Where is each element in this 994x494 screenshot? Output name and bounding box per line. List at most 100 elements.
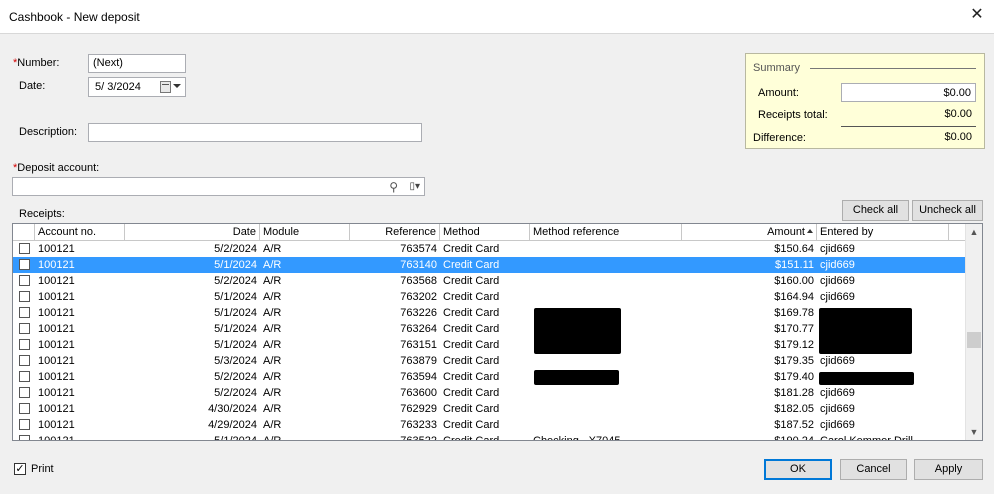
header-module[interactable]: Module <box>260 224 350 241</box>
cell-date: 5/2/2024 <box>214 371 257 383</box>
summary-amount-row: Amount: $0.00 <box>746 83 984 103</box>
title-bar: Cashbook - New deposit ✕ <box>0 0 994 34</box>
cell-account-no: 100121 <box>38 419 75 431</box>
date-picker[interactable]: 5/ 3/2024 <box>88 77 186 97</box>
cell-method-reference <box>530 353 682 369</box>
cell-amount: $170.77 <box>774 323 814 335</box>
header-date[interactable]: Date <box>125 224 260 241</box>
row-checkbox[interactable] <box>19 387 30 398</box>
header-reference[interactable]: Reference <box>350 224 440 241</box>
redaction-box <box>534 370 619 385</box>
header-select-column[interactable] <box>13 224 35 241</box>
cell-method: Credit Card <box>443 243 500 255</box>
cell-entered-by: cjid669 <box>820 291 855 303</box>
cell-module: A/R <box>263 323 282 335</box>
cell-method-reference <box>530 289 682 305</box>
table-row[interactable]: 100121 5/1/2024 A/R 763522 Credit Card Checki… <box>13 433 966 441</box>
row-checkbox[interactable] <box>19 339 30 350</box>
cell-amount: $169.78 <box>774 307 814 319</box>
summary-amount-field[interactable]: $0.00 <box>841 83 976 102</box>
cell-entered-by: cjid669 <box>820 275 855 287</box>
table-row[interactable]: 100121 5/2/2024 A/R 763568 Credit Card $160.0… <box>13 273 966 289</box>
row-checkbox[interactable] <box>19 403 30 414</box>
header-entered-by[interactable]: Entered by <box>817 224 949 241</box>
number-label-text: Number: <box>17 57 60 69</box>
row-checkbox[interactable] <box>19 307 30 318</box>
cell-account-no: 100121 <box>38 355 75 367</box>
print-label: Print <box>31 463 54 475</box>
row-checkbox[interactable] <box>19 291 30 302</box>
cell-method: Credit Card <box>443 387 500 399</box>
cell-date: 5/1/2024 <box>214 435 257 441</box>
header-method[interactable]: Method <box>440 224 530 241</box>
cancel-button[interactable]: Cancel <box>840 459 907 480</box>
scroll-up-icon[interactable]: ▲ <box>966 224 982 240</box>
cell-method: Credit Card <box>443 291 500 303</box>
table-row[interactable]: 100121 5/1/2024 A/R 763202 Credit Card $164.9… <box>13 289 966 305</box>
cell-method-reference: Checking - X7045 <box>533 435 621 441</box>
cell-method: Credit Card <box>443 419 500 431</box>
cell-reference: 763574 <box>400 243 437 255</box>
cell-account-no: 100121 <box>38 339 75 351</box>
table-row[interactable]: 100121 5/1/2024 A/R 763140 Credit Card $151.1… <box>13 257 966 273</box>
scroll-thumb[interactable] <box>967 332 981 348</box>
cell-entered-by: cjid669 <box>820 387 855 399</box>
cell-reference: 763568 <box>400 275 437 287</box>
cell-reference: 763522 <box>400 435 437 441</box>
description-field[interactable] <box>88 123 422 142</box>
table-row[interactable]: 100121 5/3/2024 A/R 763879 Credit Card $179.3… <box>13 353 966 369</box>
close-icon[interactable]: ✕ <box>968 6 986 24</box>
scroll-down-icon[interactable]: ▼ <box>966 424 982 440</box>
picker-icon[interactable]: ▯▾ <box>409 181 420 192</box>
cell-amount: $179.12 <box>774 339 814 351</box>
summary-receipts-total-label: Receipts total: <box>758 109 828 121</box>
summary-difference-value: $0.00 <box>944 131 972 143</box>
summary-difference-row: Difference: $0.00 <box>746 128 984 148</box>
calendar-icon[interactable] <box>160 81 171 93</box>
number-field[interactable]: (Next) <box>88 54 186 73</box>
table-row[interactable]: 100121 5/2/2024 A/R 763574 Credit Card $150.6… <box>13 241 966 257</box>
summary-difference-label: Difference: <box>753 132 806 144</box>
cell-method: Credit Card <box>443 323 500 335</box>
row-checkbox[interactable] <box>19 419 30 430</box>
receipts-grid[interactable]: Account no. Date Module Reference Method… <box>12 223 983 441</box>
row-checkbox[interactable] <box>19 435 30 440</box>
summary-panel: Summary Amount: $0.00 Receipts total: $0… <box>745 53 985 149</box>
print-checkbox[interactable]: ✓ <box>14 463 26 475</box>
row-checkbox[interactable] <box>19 323 30 334</box>
ok-button[interactable]: OK <box>764 459 832 480</box>
summary-receipts-total-value: $0.00 <box>944 108 972 120</box>
cell-amount: $187.52 <box>774 419 814 431</box>
row-checkbox[interactable] <box>19 259 30 270</box>
summary-divider <box>841 126 976 127</box>
row-checkbox[interactable] <box>19 371 30 382</box>
row-checkbox[interactable] <box>19 243 30 254</box>
header-amount[interactable]: Amount <box>682 224 817 241</box>
uncheck-all-button[interactable]: Uncheck all <box>912 200 983 221</box>
chevron-down-icon[interactable] <box>173 84 181 88</box>
header-account-no[interactable]: Account no. <box>35 224 125 241</box>
cell-reference: 763879 <box>400 355 437 367</box>
cell-reference: 763264 <box>400 323 437 335</box>
check-all-button[interactable]: Check all <box>842 200 909 221</box>
search-icon[interactable]: ⚲ <box>389 180 398 194</box>
row-checkbox[interactable] <box>19 275 30 286</box>
cell-date: 5/2/2024 <box>214 387 257 399</box>
cell-entered-by: Carol Kemmer Drill <box>820 435 913 441</box>
deposit-account-field[interactable]: ⚲ ▯▾ <box>12 177 425 196</box>
cell-module: A/R <box>263 339 282 351</box>
row-checkbox[interactable] <box>19 355 30 366</box>
cell-reference: 763233 <box>400 419 437 431</box>
cell-module: A/R <box>263 435 282 441</box>
header-method-reference[interactable]: Method reference <box>530 224 682 241</box>
redaction-box <box>534 308 621 354</box>
description-label: Description: <box>19 126 78 138</box>
apply-button[interactable]: Apply <box>914 459 983 480</box>
cell-date: 5/1/2024 <box>214 291 257 303</box>
cell-account-no: 100121 <box>38 291 75 303</box>
table-row[interactable]: 100121 4/29/2024 A/R 763233 Credit Card $187.… <box>13 417 966 433</box>
date-value[interactable]: 5/ 3/2024 <box>95 81 141 93</box>
table-row[interactable]: 100121 5/2/2024 A/R 763600 Credit Card $181.2… <box>13 385 966 401</box>
table-row[interactable]: 100121 4/30/2024 A/R 762929 Credit Card $182.… <box>13 401 966 417</box>
grid-vertical-scrollbar[interactable]: ▲ ▼ <box>965 224 982 440</box>
